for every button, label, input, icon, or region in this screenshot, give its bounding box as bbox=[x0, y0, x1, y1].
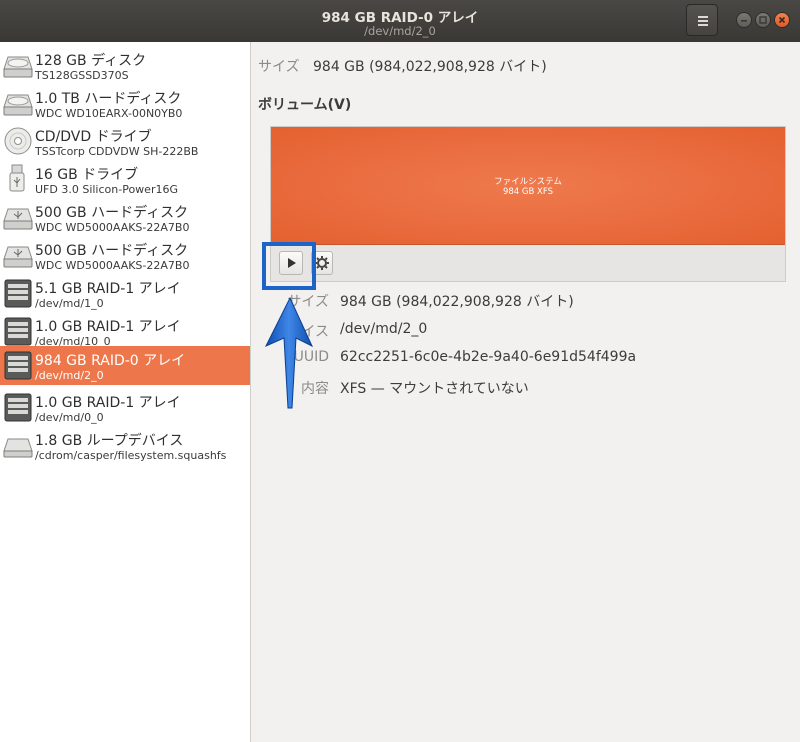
title-bar: 984 GB RAID-0 アレイ /dev/md/2_0 bbox=[0, 0, 800, 42]
device-name: 5.1 GB RAID-1 アレイ bbox=[35, 281, 181, 297]
device-name: 500 GB ハードディスク bbox=[35, 205, 189, 221]
detail-uuid-value: 62cc2251-6c0e-4b2e-9a40-6e91d54f499a bbox=[340, 349, 637, 365]
harddisk-icon bbox=[3, 56, 33, 78]
partition-size: 984 GB XFS bbox=[502, 187, 553, 197]
volumes-heading: ボリューム(V) bbox=[258, 97, 352, 113]
partition-block[interactable]: ファイルシステム 984 GB XFS bbox=[271, 127, 785, 245]
detail-device-value: /dev/md/2_0 bbox=[340, 321, 428, 337]
raid-array-icon bbox=[4, 317, 32, 346]
device-item[interactable]: 1.0 GB RAID-1 アレイ /dev/md/0_0 bbox=[0, 388, 250, 426]
device-item[interactable]: 1.0 TB ハードディスク WDC WD10EARX-00N0YB0 bbox=[0, 84, 250, 122]
menu-button[interactable] bbox=[686, 4, 718, 36]
device-name: 1.0 GB RAID-1 アレイ bbox=[35, 395, 181, 411]
usb-stick-icon bbox=[9, 164, 25, 192]
close-icon bbox=[778, 16, 786, 24]
usb-harddisk-icon bbox=[3, 208, 33, 230]
raid-array-icon bbox=[4, 351, 32, 380]
device-list: 128 GB ディスク TS128GSSD370S 1.0 TB ハードディスク… bbox=[0, 42, 251, 742]
device-model: TS128GSSD370S bbox=[35, 69, 129, 82]
device-item[interactable]: CD/DVD ドライブ TSSTcorp CDDVDW SH-222BB bbox=[0, 122, 250, 160]
device-model: UFD 3.0 Silicon-Power16G bbox=[35, 183, 178, 196]
detail-contents-value: XFS — マウントされていない bbox=[340, 381, 529, 397]
window-subtitle: /dev/md/2_0 bbox=[364, 24, 436, 38]
highlight-box bbox=[262, 242, 316, 290]
device-model: WDC WD10EARX-00N0YB0 bbox=[35, 107, 183, 120]
device-name: 1.0 TB ハードディスク bbox=[35, 91, 182, 107]
raid-array-icon bbox=[4, 393, 32, 422]
hamburger-icon bbox=[698, 16, 708, 18]
details-panel: サイズ 984 GB (984,022,908,928 バイト) ボリューム(V… bbox=[251, 42, 800, 742]
arrow-up-icon bbox=[264, 296, 314, 409]
device-item[interactable]: 500 GB ハードディスク WDC WD5000AAKS-22A7B0 bbox=[0, 236, 250, 274]
device-item[interactable]: 1.8 GB ループデバイス /cdrom/casper/filesystem.… bbox=[0, 426, 250, 464]
device-model: /dev/md/0_0 bbox=[35, 411, 104, 424]
usb-harddisk-icon bbox=[3, 246, 33, 268]
device-item[interactable]: 128 GB ディスク TS128GSSD370S bbox=[0, 46, 250, 84]
partition-type: ファイルシステム bbox=[494, 177, 562, 187]
device-name: 1.8 GB ループデバイス bbox=[35, 433, 184, 449]
device-name: 984 GB RAID-0 アレイ bbox=[35, 353, 186, 369]
minimize-button[interactable] bbox=[736, 12, 752, 28]
device-item[interactable]: 16 GB ドライブ UFD 3.0 Silicon-Power16G bbox=[0, 160, 250, 198]
minimize-icon bbox=[741, 20, 747, 22]
size-value: 984 GB (984,022,908,928 バイト) bbox=[313, 59, 547, 75]
device-name: 128 GB ディスク bbox=[35, 53, 147, 69]
device-name: 16 GB ドライブ bbox=[35, 167, 139, 183]
maximize-icon bbox=[759, 16, 767, 24]
device-model: WDC WD5000AAKS-22A7B0 bbox=[35, 259, 190, 272]
loop-device-icon bbox=[3, 438, 33, 458]
device-item[interactable]: 1.0 GB RAID-1 アレイ /dev/md/10_0 bbox=[0, 312, 250, 350]
window-title: 984 GB RAID-0 アレイ bbox=[321, 10, 479, 26]
close-button[interactable] bbox=[774, 12, 790, 28]
device-model: TSSTcorp CDDVDW SH-222BB bbox=[35, 145, 199, 158]
size-label: サイズ bbox=[258, 59, 300, 75]
device-model: /cdrom/casper/filesystem.squashfs bbox=[35, 449, 227, 462]
device-model: /dev/md/1_0 bbox=[35, 297, 104, 310]
hamburger-icon-bar bbox=[698, 20, 708, 22]
device-name: 1.0 GB RAID-1 アレイ bbox=[35, 319, 181, 335]
device-item-selected[interactable]: 984 GB RAID-0 アレイ /dev/md/2_0 bbox=[0, 346, 250, 385]
device-model: WDC WD5000AAKS-22A7B0 bbox=[35, 221, 190, 234]
device-item[interactable]: 500 GB ハードディスク WDC WD5000AAKS-22A7B0 bbox=[0, 198, 250, 236]
detail-size-value: 984 GB (984,022,908,928 バイト) bbox=[340, 294, 574, 310]
harddisk-icon bbox=[3, 94, 33, 116]
device-name: 500 GB ハードディスク bbox=[35, 243, 189, 259]
maximize-button[interactable] bbox=[755, 12, 771, 28]
device-model: /dev/md/2_0 bbox=[35, 369, 104, 382]
device-item[interactable]: 5.1 GB RAID-1 アレイ /dev/md/1_0 bbox=[0, 274, 250, 312]
raid-array-icon bbox=[4, 279, 32, 308]
hamburger-icon-bar bbox=[698, 24, 708, 26]
device-name: CD/DVD ドライブ bbox=[35, 129, 152, 145]
volume-graphic: ファイルシステム 984 GB XFS bbox=[270, 126, 786, 282]
optical-disc-icon bbox=[4, 127, 32, 155]
